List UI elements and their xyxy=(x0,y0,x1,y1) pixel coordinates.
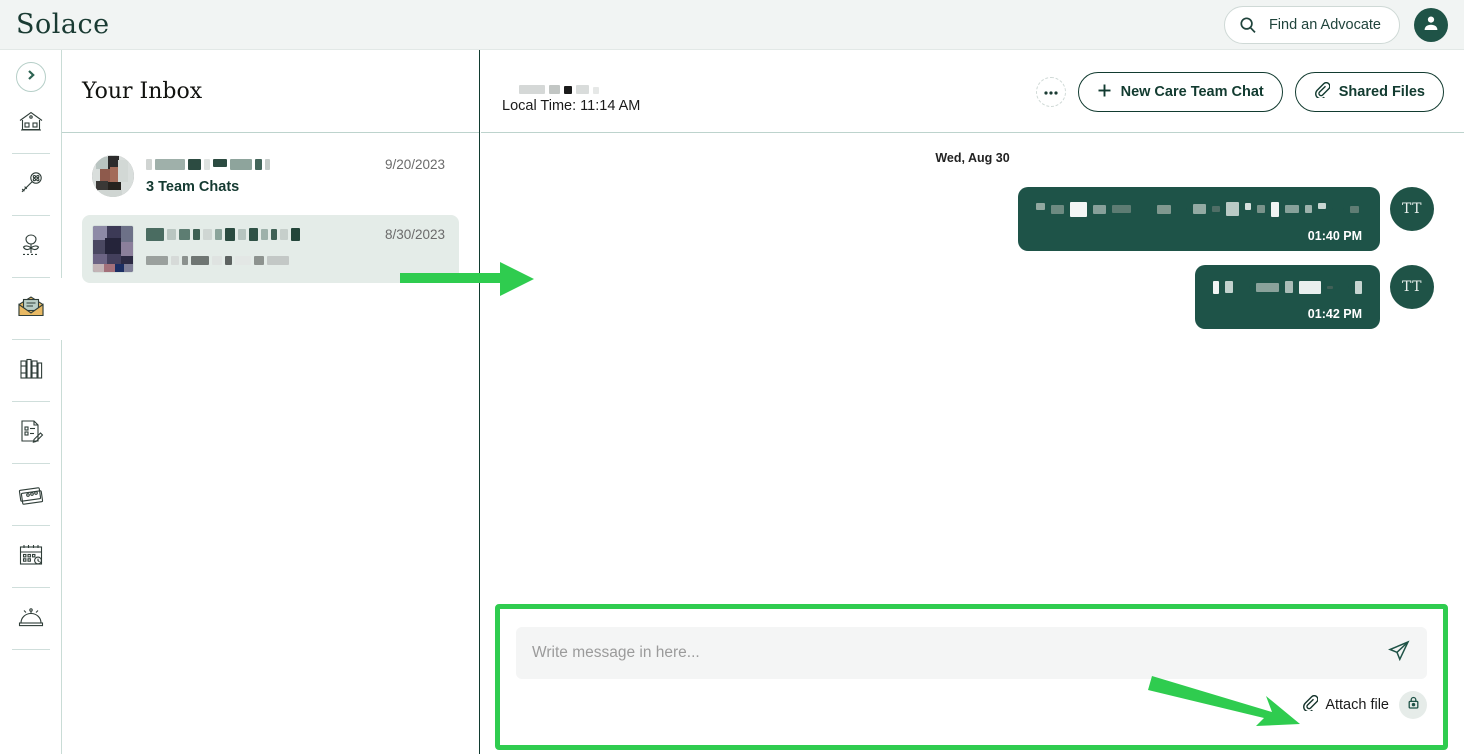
chevron-right-icon xyxy=(24,68,38,87)
send-button[interactable] xyxy=(1377,639,1411,668)
sidebar-item-access[interactable] xyxy=(0,154,62,216)
envelope-icon xyxy=(16,293,46,326)
encryption-lock-button[interactable] xyxy=(1399,691,1427,719)
find-an-advocate-label: Find an Advocate xyxy=(1268,17,1381,33)
chat-header: Local Time: 11:14 AM New Care Team Chat … xyxy=(481,50,1464,133)
last-message-redacted xyxy=(146,254,447,267)
flower-icon xyxy=(17,231,45,264)
inbox-header: Your Inbox xyxy=(62,50,479,133)
brand-logo[interactable]: Solace xyxy=(16,9,110,40)
new-care-team-chat-label: New Care Team Chat xyxy=(1120,84,1264,100)
house-icon xyxy=(17,107,45,140)
list-item-subtitle: 3 Team Chats xyxy=(146,179,240,195)
message-input[interactable] xyxy=(532,644,1377,662)
sidebar-item-calendar[interactable] xyxy=(0,526,62,588)
search-icon xyxy=(1239,16,1257,34)
avatar xyxy=(92,225,134,273)
attach-file-label: Attach file xyxy=(1325,697,1389,713)
sidebar-item-library[interactable] xyxy=(0,340,62,402)
shared-files-button[interactable]: Shared Files xyxy=(1294,72,1444,112)
sidebar-expand-toggle[interactable] xyxy=(15,62,46,92)
page-title: Your Inbox xyxy=(82,78,203,104)
attach-file-button[interactable]: Attach file xyxy=(1302,694,1389,715)
message-input-wrapper[interactable] xyxy=(516,627,1427,679)
shared-files-label: Shared Files xyxy=(1338,84,1425,100)
document-pen-icon xyxy=(17,417,45,450)
message-bubble[interactable]: 01:40 PM xyxy=(1018,187,1380,251)
list-item[interactable]: 8/30/2023 xyxy=(82,215,459,283)
list-item[interactable]: 3 Team Chats 9/20/2023 xyxy=(82,145,459,207)
app-window: Solace Find an Advocate Your Inbox 3 Tea… xyxy=(0,0,1464,754)
composer-toolbar: Attach file xyxy=(516,691,1427,719)
send-paper-plane-icon xyxy=(1387,639,1411,668)
sidebar-item-concierge[interactable] xyxy=(0,588,62,650)
composer-highlight-box: Attach file xyxy=(495,604,1448,750)
message-timestamp: 01:42 PM xyxy=(1307,307,1362,321)
top-header-bar: Solace Find an Advocate xyxy=(0,0,1464,50)
message-text-redacted xyxy=(1036,201,1362,217)
avatar xyxy=(92,155,134,197)
local-time-label: Local Time: 11:14 AM xyxy=(502,98,641,114)
chat-contact-name-redacted xyxy=(519,78,599,94)
sidebar-icon-rail xyxy=(0,50,62,754)
ellipsis-icon xyxy=(1043,87,1058,97)
message-thread: Wed, Aug 30 01:40 PM TT 01:42 PM TT xyxy=(481,133,1464,613)
inbox-panel: Your Inbox 3 Team Chats 9/20/2023 8/30/2… xyxy=(62,50,480,754)
message-timestamp: 01:40 PM xyxy=(1307,229,1362,243)
message-row: 01:40 PM TT xyxy=(481,187,1434,251)
service-bell-icon xyxy=(17,603,45,636)
sidebar-item-billing[interactable] xyxy=(0,464,62,526)
message-bubble[interactable]: 01:42 PM xyxy=(1195,265,1380,329)
list-item-date: 9/20/2023 xyxy=(384,157,445,172)
avatar: TT xyxy=(1390,265,1434,309)
message-row: 01:42 PM TT xyxy=(481,265,1434,329)
plus-icon xyxy=(1097,83,1112,102)
sidebar-item-home[interactable] xyxy=(0,92,62,154)
calendar-clock-icon xyxy=(17,541,45,574)
conversation-list: 3 Team Chats 9/20/2023 8/30/2023 xyxy=(62,133,479,283)
avatar: TT xyxy=(1390,187,1434,231)
more-options-button[interactable] xyxy=(1035,77,1066,107)
books-icon xyxy=(17,355,45,388)
paperclip-icon xyxy=(1314,81,1331,102)
user-avatar-icon xyxy=(1421,13,1441,38)
chat-header-actions: New Care Team Chat Shared Files xyxy=(1035,72,1444,112)
header-actions: Find an Advocate xyxy=(1223,0,1448,50)
sidebar-item-wellness[interactable] xyxy=(0,216,62,278)
list-item-date: 8/30/2023 xyxy=(384,227,445,242)
day-divider: Wed, Aug 30 xyxy=(935,151,1010,165)
chat-panel: Local Time: 11:14 AM New Care Team Chat … xyxy=(481,50,1464,754)
find-an-advocate-button[interactable]: Find an Advocate xyxy=(1223,6,1400,44)
paperclip-icon xyxy=(1302,694,1319,715)
user-avatar-button[interactable] xyxy=(1414,8,1448,42)
new-care-team-chat-button[interactable]: New Care Team Chat xyxy=(1077,72,1283,112)
sidebar-item-forms[interactable] xyxy=(0,402,62,464)
money-icon xyxy=(17,479,45,512)
message-text-redacted xyxy=(1213,279,1362,295)
sidebar-item-inbox[interactable] xyxy=(0,278,62,340)
lock-icon xyxy=(1406,695,1421,715)
key-icon xyxy=(17,169,45,202)
